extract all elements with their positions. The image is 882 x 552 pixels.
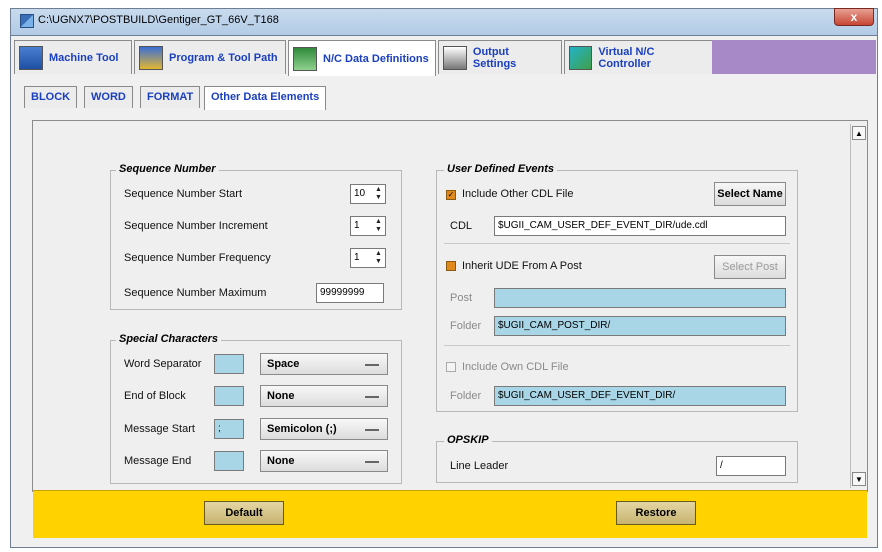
machine-tool-icon	[19, 45, 43, 70]
divider	[444, 345, 790, 346]
sequence-number-title: Sequence Number	[116, 163, 219, 175]
window-title: C:\UGNX7\POSTBUILD\Gentiger_GT_66V_T168	[38, 14, 279, 26]
subtab-other-data-elements[interactable]: Other Data Elements	[204, 86, 327, 110]
cdl-input[interactable]: $UGII_CAM_USER_DEF_EVENT_DIR/ude.cdl	[494, 216, 786, 236]
word-separator-char[interactable]	[214, 354, 244, 374]
seq-increment-value: 1	[354, 220, 360, 231]
tab-label: Machine Tool	[49, 51, 119, 64]
folder2-label: Folder	[450, 390, 482, 402]
dropdown-value: None	[267, 455, 295, 467]
folder2-input[interactable]: $UGII_CAM_USER_DEF_EVENT_DIR/	[494, 386, 786, 406]
scroll-down-icon[interactable]: ▼	[852, 472, 866, 486]
message-end-label: Message End	[124, 455, 192, 467]
include-other-cdl-checkbox[interactable]: ✓	[446, 190, 456, 200]
word-separator-label: Word Separator	[124, 358, 202, 370]
dropdown-indicator-icon	[365, 429, 379, 431]
post-input[interactable]	[494, 288, 786, 308]
seq-frequency-label: Sequence Number Frequency	[124, 252, 271, 264]
dropdown-value: None	[267, 390, 295, 402]
vertical-scrollbar[interactable]	[850, 124, 866, 488]
dropdown-indicator-icon	[365, 364, 379, 366]
select-name-button[interactable]: Select Name	[714, 182, 786, 206]
seq-maximum-input[interactable]: 99999999	[316, 283, 384, 303]
subtab-format[interactable]: FORMAT	[140, 86, 201, 108]
post-label: Post	[450, 292, 473, 304]
select-post-button[interactable]: Select Post	[714, 255, 786, 279]
tab-machine-tool[interactable]: Machine Tool	[14, 40, 132, 74]
restore-button[interactable]: Restore	[616, 501, 696, 525]
spinner-arrows-icon[interactable]: ▲ ▼	[373, 250, 384, 266]
line-leader-label: Line Leader	[450, 460, 509, 472]
default-button[interactable]: Default	[204, 501, 284, 525]
seq-start-label: Sequence Number Start	[124, 188, 243, 200]
tab-virtual-nc-controller[interactable]: Virtual N/C Controller	[564, 40, 714, 74]
divider	[444, 243, 790, 244]
tab-strip-fill	[712, 40, 876, 74]
dropdown-indicator-icon	[365, 396, 379, 398]
spinner-arrows-icon[interactable]: ▲ ▼	[373, 218, 384, 234]
end-of-block-dropdown[interactable]: None	[260, 385, 388, 407]
opskip-title: OPSKIP	[444, 434, 492, 446]
message-end-dropdown[interactable]: None	[260, 450, 388, 472]
message-start-dropdown[interactable]: Semicolon (;)	[260, 418, 388, 440]
nc-data-icon	[293, 46, 317, 71]
word-separator-dropdown[interactable]: Space	[260, 353, 388, 375]
end-of-block-char[interactable]	[214, 386, 244, 406]
seq-start-value: 10	[354, 188, 366, 199]
tab-nc-data-definitions[interactable]: N/C Data Definitions	[288, 40, 436, 76]
seq-frequency-spinner[interactable]: 1 ▲ ▼	[350, 248, 386, 268]
spinner-arrows-icon[interactable]: ▲ ▼	[373, 186, 384, 202]
include-other-cdl-label: Include Other CDL File	[462, 188, 574, 200]
user-defined-events-title: User Defined Events	[444, 163, 557, 175]
seq-start-spinner[interactable]: 10 ▲ ▼	[350, 184, 386, 204]
seq-maximum-label: Sequence Number Maximum	[124, 287, 267, 299]
folder-input[interactable]: $UGII_CAM_POST_DIR/	[494, 316, 786, 336]
line-leader-input[interactable]: /	[716, 456, 786, 476]
tab-label: Output Settings	[472, 45, 517, 70]
message-start-label: Message Start	[124, 423, 195, 435]
folder-label: Folder	[450, 320, 482, 332]
bottom-action-bar	[33, 490, 867, 538]
include-own-cdl-label: Include Own CDL File	[462, 361, 569, 373]
tab-program-tool-path[interactable]: Program & Tool Path	[134, 40, 286, 74]
cdl-label: CDL	[450, 220, 473, 232]
dropdown-indicator-icon	[365, 461, 379, 463]
message-end-char[interactable]	[214, 451, 244, 471]
tab-label: Virtual N/C Controller	[598, 45, 655, 70]
program-icon	[139, 45, 163, 70]
special-characters-title: Special Characters	[116, 333, 222, 345]
inherit-ude-checkbox[interactable]	[446, 261, 456, 271]
end-of-block-label: End of Block	[124, 390, 186, 402]
printer-icon	[443, 45, 467, 70]
message-start-char[interactable]: ;	[214, 419, 244, 439]
tab-label: Program & Tool Path	[169, 51, 278, 64]
dropdown-value: Semicolon (;)	[267, 423, 337, 435]
scroll-up-icon[interactable]: ▲	[852, 126, 866, 140]
subtab-word[interactable]: WORD	[84, 86, 133, 108]
close-button[interactable]: x	[834, 8, 874, 26]
include-own-cdl-checkbox[interactable]	[446, 362, 456, 372]
dropdown-value: Space	[267, 358, 300, 370]
seq-frequency-value: 1	[354, 252, 360, 263]
tab-label: N/C Data Definitions	[323, 52, 429, 65]
seq-increment-spinner[interactable]: 1 ▲ ▼	[350, 216, 386, 236]
tab-output-settings[interactable]: Output Settings	[438, 40, 562, 74]
subtab-block[interactable]: BLOCK	[24, 86, 78, 108]
app-icon	[20, 14, 34, 28]
controller-icon	[569, 45, 593, 70]
inherit-ude-label: Inherit UDE From A Post	[462, 260, 582, 272]
seq-increment-label: Sequence Number Increment	[124, 220, 268, 232]
